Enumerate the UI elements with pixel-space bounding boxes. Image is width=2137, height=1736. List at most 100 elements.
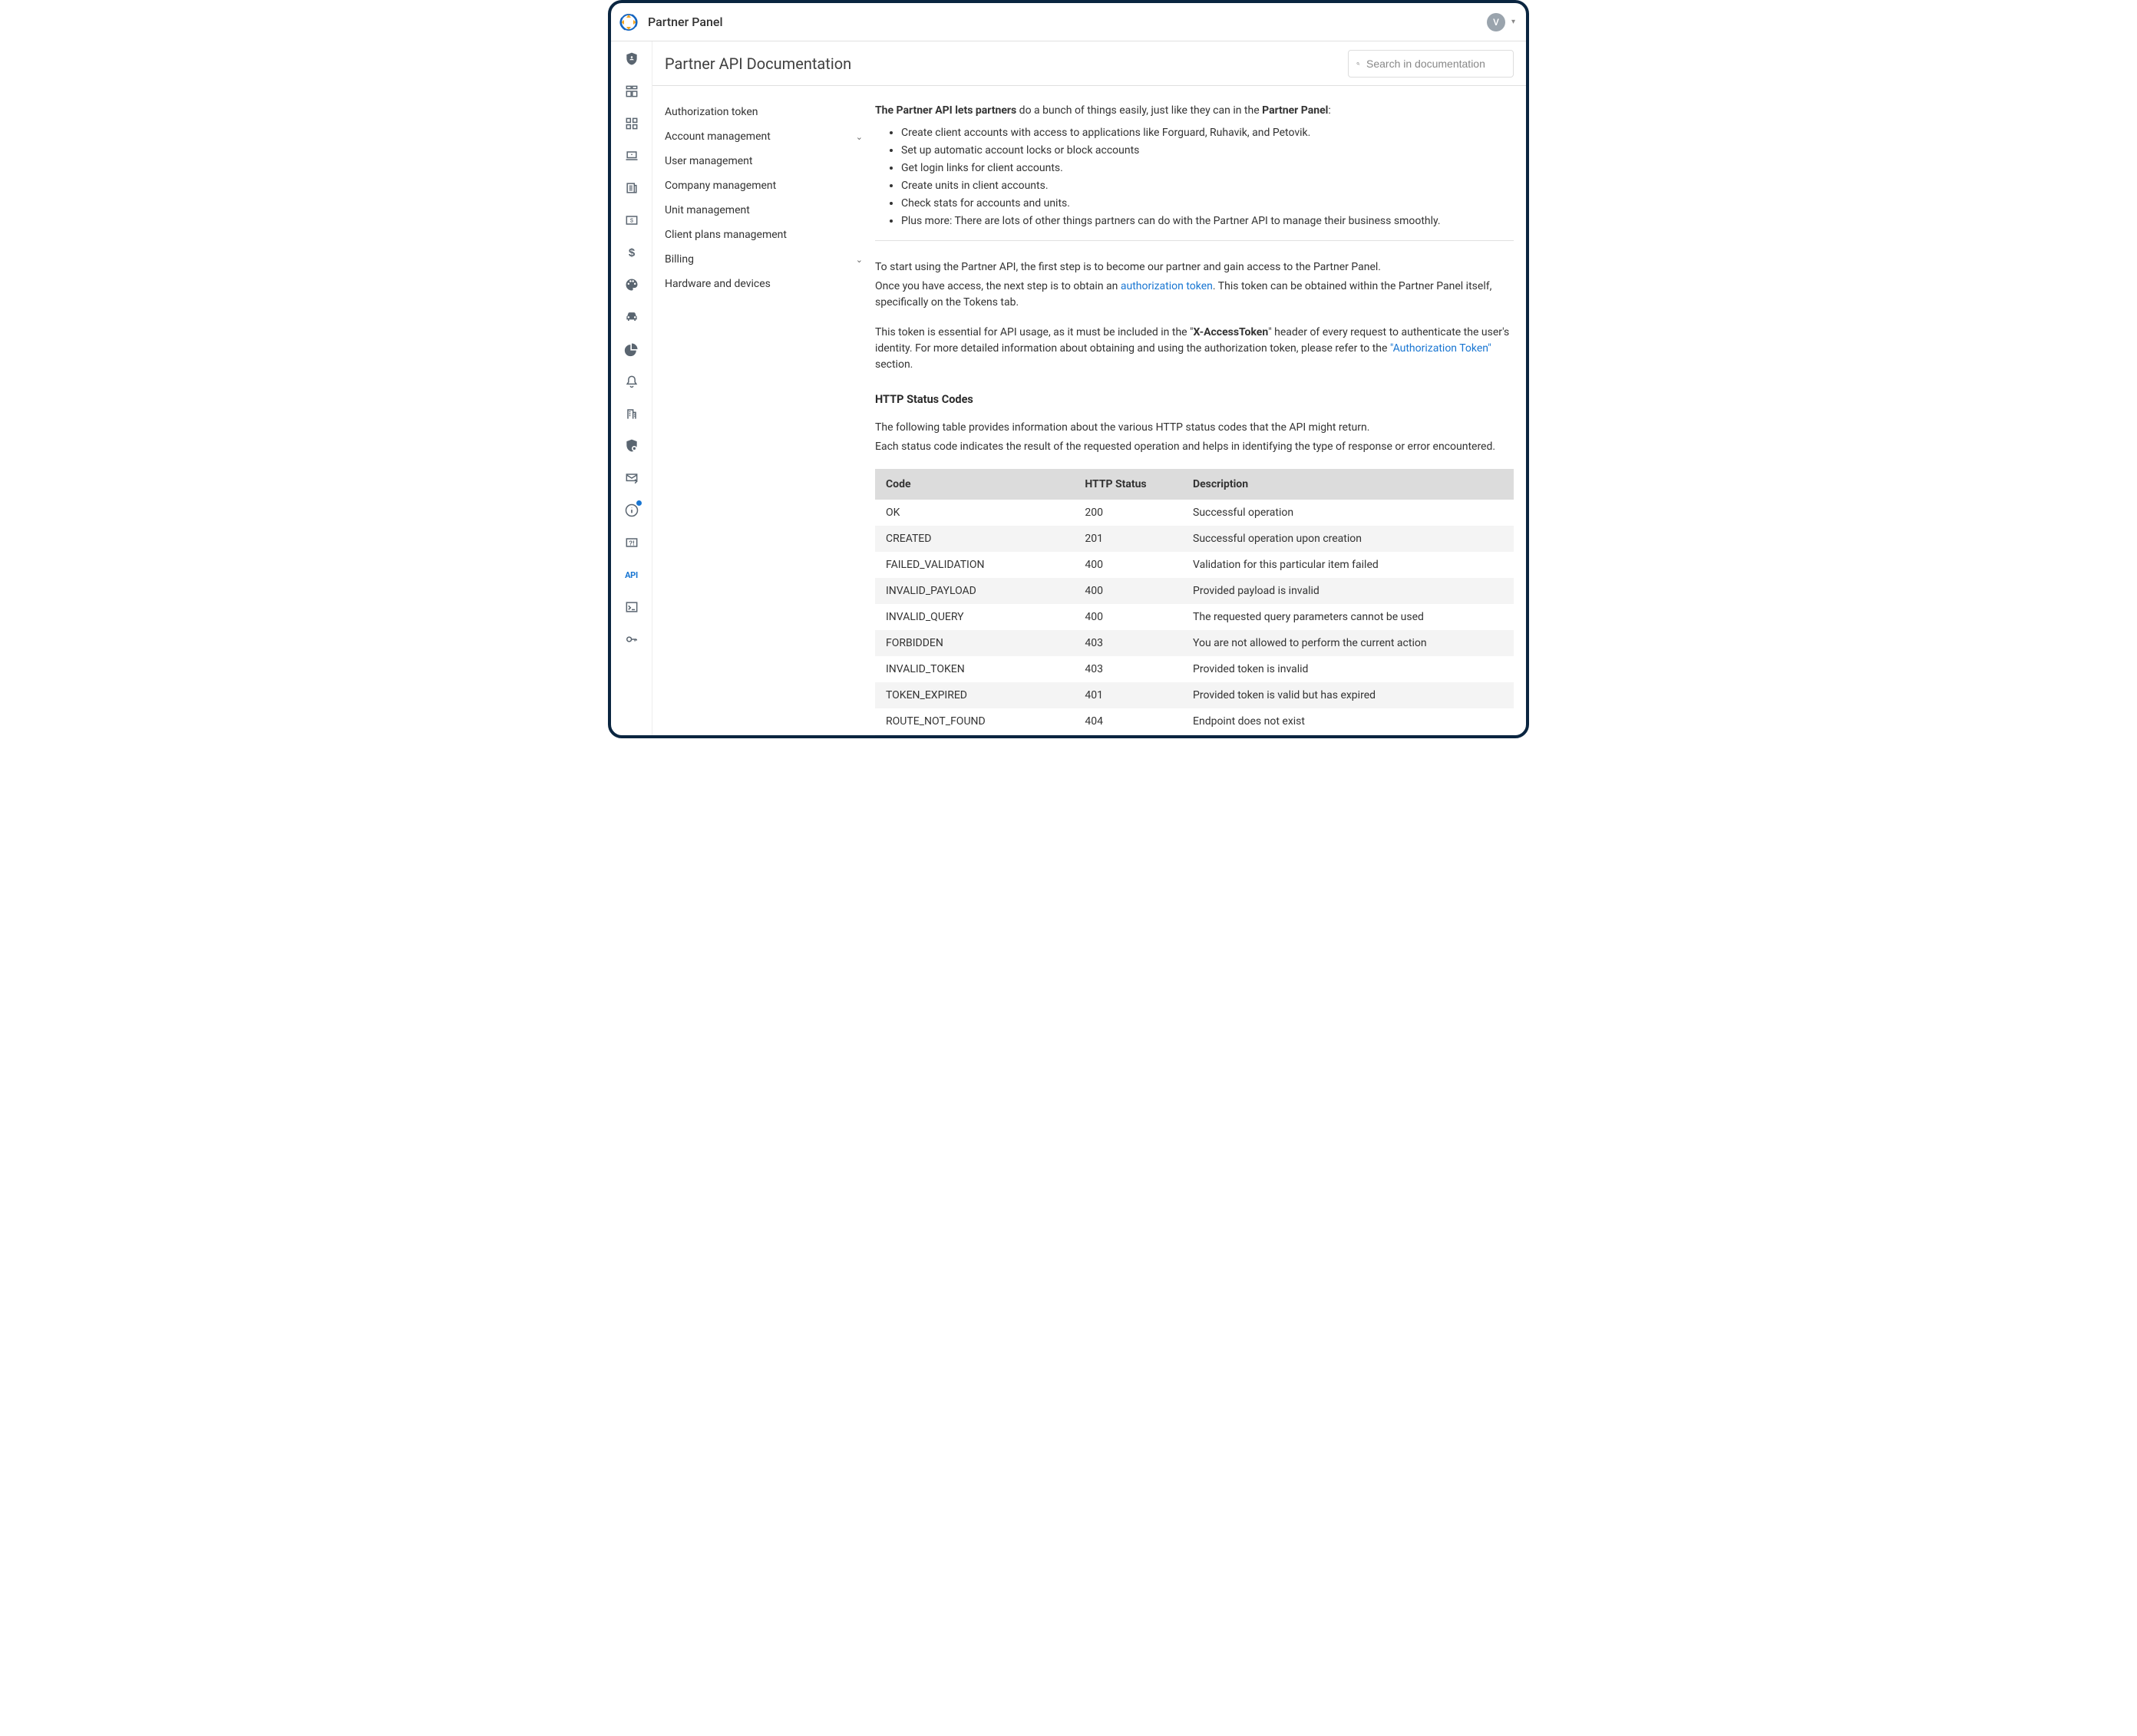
table-cell: 401 [1074,682,1182,708]
bell-icon[interactable] [623,373,640,390]
money-box-icon[interactable]: $ [623,212,640,229]
doc-nav-label: Authorization token [665,106,758,118]
table-cell: You are not allowed to perform the curre… [1182,630,1514,656]
table-row: ROUTE_NOT_FOUND404Endpoint does not exis… [875,708,1514,734]
table-cell: 201 [1074,526,1182,552]
table-cell: INVALID_TOKEN [875,656,1074,682]
table-cell: FORBIDDEN [875,630,1074,656]
table-header: Description [1182,469,1514,500]
doc-nav-item[interactable]: Hardware and devices [656,272,872,296]
chevron-down-icon: ⌄ [856,132,863,142]
pie-chart-icon[interactable] [623,341,640,358]
search-box[interactable] [1348,50,1514,78]
doc-nav-label: Account management [665,130,771,143]
table-cell: Provided token is valid but has expired [1182,682,1514,708]
intro-bullet: Check stats for accounts and units. [901,196,1514,212]
car-icon[interactable] [623,309,640,325]
doc-nav-item[interactable]: Account management ⌄ [656,124,872,149]
table-row: INVALID_TOKEN403Provided token is invali… [875,656,1514,682]
para-token-header: This token is essential for API usage, a… [875,325,1514,373]
table-row: INVALID_QUERY400The requested query para… [875,604,1514,630]
info-badge-icon[interactable] [623,502,640,519]
doc-nav-item[interactable]: Unit management [656,198,872,223]
table-cell: ROUTE_NOT_FOUND [875,708,1074,734]
auth-token-link[interactable]: authorization token [1121,280,1213,292]
doc-nav-item[interactable]: Company management [656,173,872,198]
doc-nav-item[interactable]: Client plans management [656,223,872,247]
table-cell: 400 [1074,578,1182,604]
doc-nav-label: User management [665,155,752,167]
status-desc-2: Each status code indicates the result of… [875,439,1514,455]
svg-text:$: $ [628,246,635,259]
main-header: Partner API Documentation [652,41,1526,86]
app-logo-icon [617,11,640,34]
table-cell: 403 [1074,630,1182,656]
intro-bullet: Set up automatic account locks or block … [901,143,1514,159]
intro-text: The Partner API lets partners do a bunch… [875,103,1514,119]
grid-apps-icon[interactable] [623,115,640,132]
http-status-heading: HTTP Status Codes [875,393,1514,406]
table-cell: Could not use external service [1182,734,1514,735]
table-header: HTTP Status [1074,469,1182,500]
dollar-icon[interactable]: $ [623,244,640,261]
search-icon [1356,57,1360,71]
intro-bullet: Create units in client accounts. [901,178,1514,194]
table-cell: Validation for this particular item fail… [1182,552,1514,578]
search-input[interactable] [1366,58,1505,70]
chevron-down-icon[interactable]: ▾ [1508,18,1518,26]
table-cell: TOKEN_EXPIRED [875,682,1074,708]
doc-nav: Authorization token Account management ⌄ Us… [652,86,875,735]
doc-nav-item[interactable]: Billing⌄ [656,247,872,272]
doc-nav-item[interactable]: User management [656,149,872,173]
table-cell: 403 [1074,656,1182,682]
table-cell: 400 [1074,604,1182,630]
para-start-2: Once you have access, the next step is t… [875,279,1514,311]
table-cell: Successful operation [1182,500,1514,526]
doc-nav-label: Company management [665,180,776,192]
user-avatar[interactable]: V [1487,13,1505,31]
card-qmark-icon[interactable]: ?! [623,534,640,551]
divider [875,240,1514,241]
table-row: TOKEN_EXPIRED401Provided token is valid … [875,682,1514,708]
table-row: CREATED201Successful operation upon crea… [875,526,1514,552]
terminal-icon[interactable] [623,599,640,616]
shield-icon[interactable] [623,51,640,68]
topbar: Partner Panel V ▾ [611,3,1526,41]
table-row: SERVICE_UNAVAILABLE503Could not use exte… [875,734,1514,735]
article-body: The Partner API lets partners do a bunch… [875,86,1526,735]
svg-text:$: $ [629,217,633,224]
brand-title: Partner Panel [648,15,723,29]
chevron-down-icon: ⌄ [856,255,863,265]
page-title: Partner API Documentation [665,54,851,73]
table-cell: 503 [1074,734,1182,735]
doc-nav-label: Unit management [665,204,750,216]
table-header: Code [875,469,1074,500]
icon-sidebar: $ $?! API [611,41,652,735]
table-cell: INVALID_QUERY [875,604,1074,630]
table-row: OK200Successful operation [875,500,1514,526]
news-icon[interactable] [623,180,640,196]
table-cell: Endpoint does not exist [1182,708,1514,734]
table-row: FAILED_VALIDATION400Validation for this … [875,552,1514,578]
table-cell: 200 [1074,500,1182,526]
table-cell: FAILED_VALIDATION [875,552,1074,578]
mail-edit-icon[interactable] [623,470,640,487]
dashboard-layout-icon[interactable] [623,83,640,100]
para-start-1: To start using the Partner API, the firs… [875,259,1514,276]
key-icon[interactable] [623,631,640,648]
palette-icon[interactable] [623,276,640,293]
table-cell: CREATED [875,526,1074,552]
auth-token-section-link[interactable]: "Authorization Token" [1390,342,1491,355]
doc-nav-label: Hardware and devices [665,278,771,290]
shield-settings-icon[interactable] [623,437,640,454]
laptop-icon[interactable] [623,147,640,164]
table-cell: OK [875,500,1074,526]
api-text-icon[interactable]: API [623,566,640,583]
table-cell: Successful operation upon creation [1182,526,1514,552]
table-cell: Provided token is invalid [1182,656,1514,682]
doc-nav-item[interactable]: Authorization token [656,100,872,124]
building-icon[interactable] [623,405,640,422]
intro-bullets: Create client accounts with access to ap… [875,125,1514,229]
table-cell: 400 [1074,552,1182,578]
svg-text:?!: ?! [629,539,635,546]
